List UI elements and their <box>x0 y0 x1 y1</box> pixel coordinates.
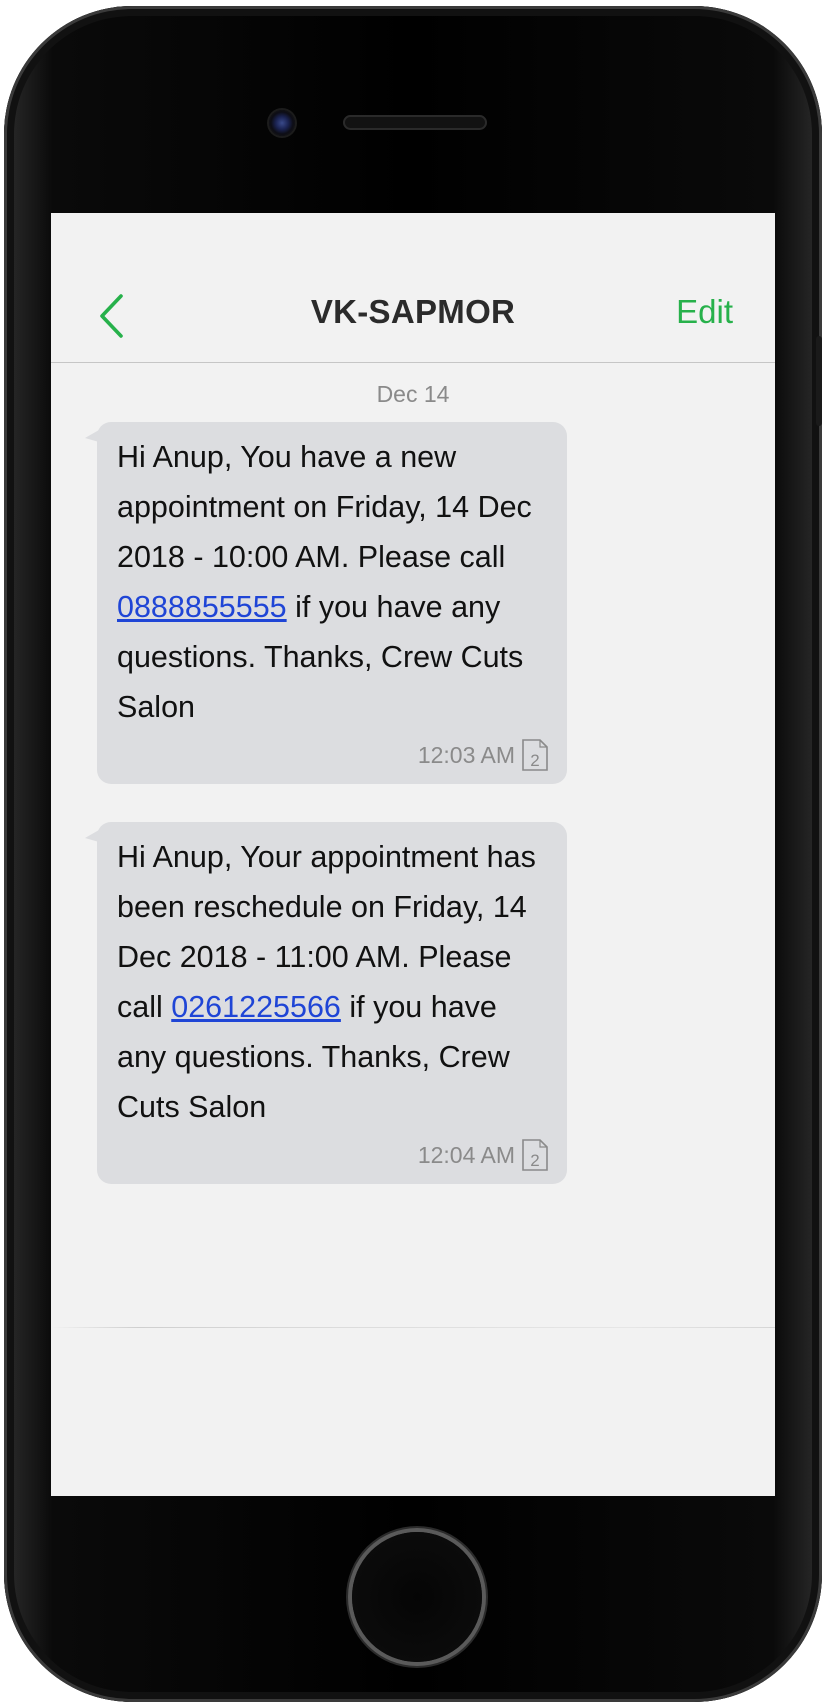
sim-card-icon: 2 <box>522 1139 548 1171</box>
phone-number-link[interactable]: 0888855555 <box>117 590 287 624</box>
message-bubble: Hi Anup, You have a new appointment on F… <box>85 422 567 784</box>
messages-screen: VK-SAPMOR Edit Dec 14 Hi Anup, You have … <box>51 213 775 1496</box>
message-text: Hi Anup, You have a new appointment on F… <box>117 432 549 732</box>
front-camera-icon <box>269 110 295 136</box>
message-meta: 12:04 AM 2 <box>117 1138 549 1172</box>
message-timestamp: 12:03 AM <box>417 741 515 768</box>
message-body-start: Hi Anup, You have a new appointment on F… <box>117 440 532 574</box>
phone-number-link[interactable]: 0261225566 <box>171 990 341 1024</box>
edit-button[interactable]: Edit <box>676 293 733 331</box>
sim-card-icon: 2 <box>522 739 548 771</box>
earpiece-speaker <box>343 115 487 130</box>
conversation-title: VK-SAPMOR <box>310 293 516 330</box>
message-timestamp: 12:04 AM <box>417 1141 515 1168</box>
home-button[interactable] <box>352 1532 482 1662</box>
compose-area[interactable] <box>51 1328 775 1496</box>
sim-slot-number: 2 <box>530 751 539 770</box>
side-button <box>816 336 822 426</box>
message-bubble: Hi Anup, Your appointment has been resch… <box>85 822 567 1184</box>
date-separator: Dec 14 <box>376 381 450 407</box>
message-text: Hi Anup, Your appointment has been resch… <box>117 832 549 1132</box>
message-meta: 12:03 AM 2 <box>117 738 549 772</box>
navigation-bar: VK-SAPMOR Edit <box>51 267 775 363</box>
sim-slot-number: 2 <box>530 1151 539 1170</box>
